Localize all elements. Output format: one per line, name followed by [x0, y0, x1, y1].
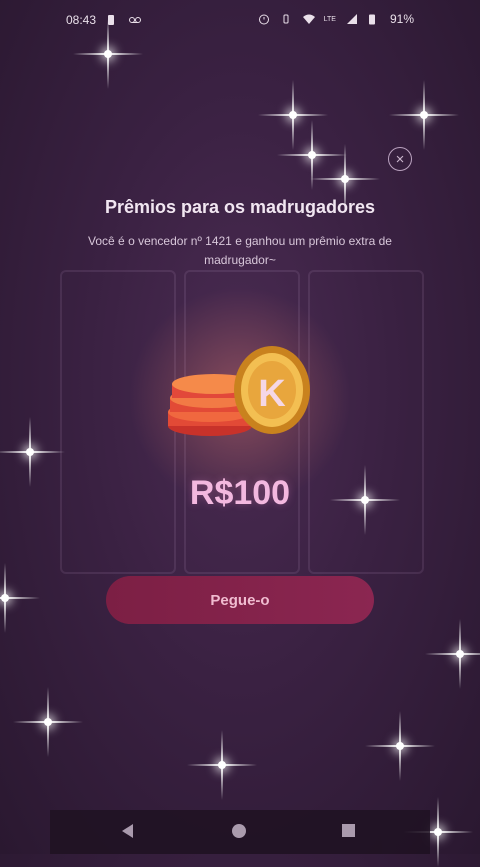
claim-button[interactable]: Pegue-o — [106, 576, 374, 624]
status-time: 08:43 — [66, 13, 97, 27]
voicemail-icon — [128, 14, 142, 26]
back-icon[interactable] — [122, 824, 133, 838]
close-button[interactable]: × — [388, 147, 412, 171]
vibrate-icon — [280, 13, 292, 25]
wifi-icon — [302, 13, 315, 25]
home-icon[interactable] — [232, 824, 246, 838]
alarm-icon — [258, 13, 270, 25]
dialog-description: Você é o vencedor nº 1421 e ganhou um pr… — [88, 234, 392, 267]
navigation-bar — [50, 810, 430, 854]
coin-stack-icon: K — [100, 278, 380, 518]
dialog-title: Prêmios para os madrugadores — [104, 197, 376, 217]
battery-icon — [368, 13, 380, 25]
claim-button-label: Pegue-o — [210, 591, 270, 609]
network-label: LTE — [323, 15, 336, 23]
battery-percent: 91% — [389, 12, 414, 26]
recents-icon[interactable] — [342, 824, 355, 837]
coin-letter: K — [258, 373, 286, 415]
signal-icon — [346, 13, 358, 25]
close-icon: × — [395, 150, 405, 168]
prize-amount: R$100 — [189, 474, 291, 512]
status-bar: 08:43 LTE 91% — [0, 0, 480, 40]
